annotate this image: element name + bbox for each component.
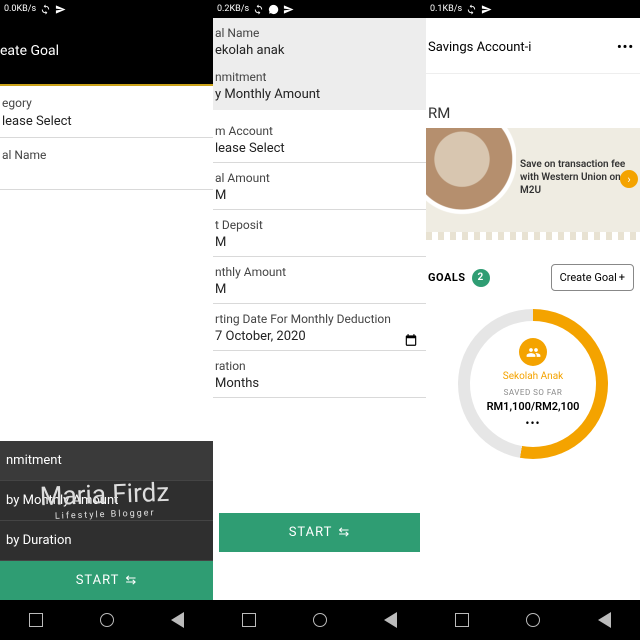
goal-more-icon[interactable]: ••• <box>525 416 540 430</box>
sync-icon <box>253 4 264 15</box>
nav-recent[interactable] <box>230 611 268 629</box>
plus-icon: + <box>619 271 625 284</box>
category-select[interactable]: lease Select <box>0 114 213 138</box>
goal-name-value[interactable]: ekolah anak <box>213 43 426 66</box>
swap-icon: ⇆ <box>338 525 350 540</box>
sheet-header: nmitment <box>0 441 213 481</box>
option-monthly-amount[interactable]: by Monthly Amount <box>0 481 213 521</box>
status-bar: 0.1KB/s <box>426 0 640 18</box>
send-icon <box>55 4 66 15</box>
swap-icon: ⇆ <box>125 573 137 588</box>
commitment-label: nmitment <box>213 66 426 87</box>
goal-amount-input[interactable]: M <box>213 188 426 210</box>
screen-create-goal-form: 0.2KB/s al Name ekolah anak nmitment y M… <box>213 0 426 640</box>
start-date-value: 7 October, 2020 <box>213 329 306 350</box>
nav-back[interactable] <box>372 611 410 629</box>
send-icon <box>481 4 492 15</box>
promo-border <box>426 232 640 240</box>
network-speed: 0.1KB/s <box>430 4 462 14</box>
first-deposit-input[interactable]: M <box>213 235 426 257</box>
nav-back[interactable] <box>159 611 197 629</box>
status-bar: 0.0KB/s <box>0 0 213 18</box>
account-name: Savings Account-i <box>428 40 531 55</box>
goal-name-label: al Name <box>213 22 426 43</box>
send-icon <box>283 4 294 15</box>
goal-progress-ring[interactable]: Sekolah Anak SAVED SO FAR RM1,100/RM2,10… <box>458 309 608 459</box>
category-label: egory <box>0 86 213 114</box>
saved-label: SAVED SO FAR <box>504 388 563 397</box>
goals-tab[interactable]: GOALS 2 <box>428 269 490 287</box>
calendar-icon <box>404 333 418 347</box>
start-date-label: rting Date For Monthly Deduction <box>213 304 426 329</box>
promo-next-icon[interactable]: › <box>620 170 638 188</box>
status-bar: 0.2KB/s <box>213 0 426 18</box>
start-button[interactable]: START ⇆ <box>219 513 420 552</box>
goal-name-label: al Name <box>0 138 213 166</box>
nav-home[interactable] <box>514 611 552 629</box>
nav-home[interactable] <box>301 611 339 629</box>
start-date-picker[interactable]: 7 October, 2020 <box>213 329 426 351</box>
monthly-amount-label: nthly Amount <box>213 257 426 282</box>
goal-amount-label: al Amount <box>213 163 426 188</box>
more-icon[interactable]: ••• <box>617 40 634 55</box>
saved-amount: RM1,100/RM2,100 <box>487 400 580 413</box>
balance-currency: RM <box>426 74 640 128</box>
network-speed: 0.0KB/s <box>4 4 36 14</box>
create-goal-label: Create Goal <box>560 271 617 284</box>
page-title: eate Goal <box>0 43 59 59</box>
sync-icon <box>466 4 477 15</box>
goal-name-input[interactable] <box>0 166 213 190</box>
sync-icon <box>40 4 51 15</box>
goals-label: GOALS <box>428 271 466 284</box>
nav-recent[interactable] <box>443 611 481 629</box>
create-goal-button[interactable]: Create Goal + <box>551 264 634 291</box>
screen-create-goal-commitment: 0.0KB/s eate Goal egory lease Select al … <box>0 0 213 640</box>
nav-recent[interactable] <box>17 611 55 629</box>
duration-value: Months <box>213 376 426 398</box>
android-nav-bar <box>0 600 213 640</box>
monthly-amount-input[interactable]: M <box>213 282 426 304</box>
goal-name: Sekolah Anak <box>503 371 563 382</box>
people-icon <box>519 338 547 366</box>
android-nav-bar <box>426 600 640 640</box>
whatsapp-icon <box>268 4 279 15</box>
start-label: START <box>76 573 120 588</box>
account-row[interactable]: Savings Account-i ••• <box>426 18 640 74</box>
promo-banner[interactable]: Save on transaction fee with Western Uni… <box>426 128 640 232</box>
start-button[interactable]: START ⇆ <box>0 561 213 600</box>
commitment-bottom-sheet: nmitment by Monthly Amount by Duration S… <box>0 441 213 600</box>
from-account-select[interactable]: lease Select <box>213 141 426 163</box>
option-duration[interactable]: by Duration <box>0 521 213 561</box>
start-label: START <box>289 525 333 540</box>
screen-account-goals: 0.1KB/s Savings Account-i ••• RM Save on… <box>426 0 640 640</box>
android-nav-bar <box>213 600 426 640</box>
commitment-value[interactable]: y Monthly Amount <box>213 87 426 110</box>
network-speed: 0.2KB/s <box>217 4 249 14</box>
nav-home[interactable] <box>88 611 126 629</box>
goals-count-badge: 2 <box>472 269 490 287</box>
page-title-bar: eate Goal <box>0 18 213 86</box>
duration-label: ration <box>213 351 426 376</box>
nav-back[interactable] <box>585 611 623 629</box>
from-account-label: m Account <box>213 110 426 141</box>
promo-image <box>426 128 516 232</box>
first-deposit-label: t Deposit <box>213 210 426 235</box>
